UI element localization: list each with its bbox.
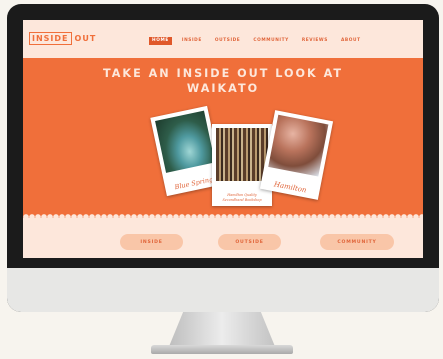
monitor-stand [168, 312, 276, 349]
website-screen: INSIDE OUT HOME INSIDE OUTSIDE COMMUNITY… [23, 20, 423, 258]
bookshop-photo [216, 128, 268, 181]
logo-out: OUT [74, 34, 97, 43]
main-nav: HOME INSIDE OUTSIDE COMMUNITY REVIEWS AB… [149, 37, 364, 45]
nav-community[interactable]: COMMUNITY [250, 37, 291, 45]
hero-title-line2: WAIKATO [186, 82, 260, 95]
nav-home[interactable]: HOME [149, 37, 172, 45]
monitor-base [151, 345, 293, 354]
nav-outside[interactable]: OUTSIDE [212, 37, 243, 45]
nav-inside[interactable]: INSIDE [179, 37, 205, 45]
hamilton-photo [268, 114, 329, 177]
site-logo[interactable]: INSIDE OUT [29, 32, 96, 45]
hero-title: TAKE AN INSIDE OUT LOOK AT WAIKATO [23, 66, 423, 96]
nav-reviews[interactable]: REVIEWS [299, 37, 331, 45]
photo-caption-line2: Secondhand Bookshop [222, 198, 262, 202]
logo-inside: INSIDE [29, 32, 72, 45]
photo-caption: Hamilton Quality Secondhand Bookshop [214, 193, 270, 203]
category-button-inside[interactable]: INSIDE [120, 234, 183, 250]
nav-about[interactable]: ABOUT [338, 37, 364, 45]
monitor-chin [7, 268, 439, 312]
navbar: INSIDE OUT HOME INSIDE OUTSIDE COMMUNITY… [23, 20, 423, 58]
blue-spring-photo [155, 110, 215, 173]
category-button-community[interactable]: COMMUNITY [320, 234, 394, 250]
hero-title-line1: TAKE AN INSIDE OUT LOOK AT [103, 67, 343, 80]
category-button-outside[interactable]: OUTSIDE [218, 234, 281, 250]
photo-card-bookshop[interactable]: Hamilton Quality Secondhand Bookshop [212, 124, 272, 206]
